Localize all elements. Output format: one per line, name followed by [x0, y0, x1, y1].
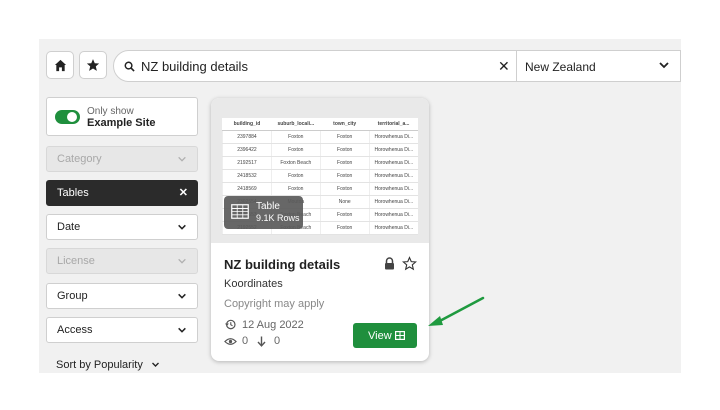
- chevron-down-icon: [151, 362, 159, 367]
- preview-cell: 2397884: [222, 130, 272, 144]
- preview-cell: 2418532: [222, 169, 272, 183]
- toggle-label-bottom: Example Site: [87, 117, 156, 129]
- license-filter[interactable]: License: [46, 248, 198, 274]
- dataset-card[interactable]: building_id suburb_locali... town_city terr…: [211, 98, 429, 361]
- preview-cell: Horowhenua Di...: [368, 130, 418, 144]
- eye-icon: [224, 338, 237, 345]
- search-divider: [516, 51, 517, 81]
- preview-row: 2192517 Foxton Beach Foxton Horowhenua Di..…: [222, 156, 418, 170]
- preview-cell: 2396422: [222, 143, 272, 157]
- preview-cell: Foxton: [319, 130, 370, 144]
- chevron-down-icon: [178, 258, 186, 264]
- lock-icon: [385, 257, 394, 270]
- example-site-toggle-box: Only show Example Site: [46, 97, 198, 136]
- preview-cell: Horowhenua Di...: [368, 221, 418, 235]
- downloads-count: 0: [274, 335, 281, 347]
- views-count: 0: [242, 335, 249, 347]
- license-filter-label: License: [57, 255, 95, 267]
- preview-column-header: building_id: [222, 118, 272, 131]
- access-filter[interactable]: Access: [46, 317, 198, 343]
- preview-column-header: suburb_locali...: [271, 118, 321, 131]
- badge-rows: 9.1K Rows: [256, 213, 300, 223]
- badge-type: Table: [256, 201, 280, 212]
- sort-dropdown[interactable]: Sort by Popularity: [56, 359, 160, 371]
- star-outline-icon[interactable]: [402, 256, 417, 271]
- category-filter[interactable]: Category: [46, 146, 198, 172]
- view-button-label: View: [368, 330, 392, 342]
- chevron-down-icon: [178, 156, 186, 162]
- table-icon: [231, 204, 249, 219]
- table-rows-badge: Table 9.1K Rows: [224, 196, 303, 229]
- remove-filter-icon[interactable]: ✕: [179, 186, 188, 199]
- preview-cell: Horowhenua Di...: [368, 169, 418, 183]
- preview-row: 2396422 Foxton Foxton Horowhenua Di...: [222, 143, 418, 157]
- date-filter-label: Date: [57, 221, 81, 233]
- home-button[interactable]: [46, 51, 74, 79]
- preview-column-header: territorial_a...: [369, 118, 418, 131]
- chevron-down-icon[interactable]: [658, 59, 670, 71]
- category-filter-label: Category: [57, 153, 102, 165]
- search-bar: NZ building details ✕ New Zealand: [113, 50, 681, 82]
- preview-row: 2418532 Foxton Foxton Horowhenua Di...: [222, 169, 418, 183]
- preview-cell: Foxton: [319, 208, 370, 222]
- preview-cell: Horowhenua Di...: [368, 208, 418, 222]
- preview-cell: None: [319, 195, 370, 209]
- card-copyright: Copyright may apply: [224, 298, 325, 310]
- preview-cell: Horowhenua Di...: [368, 143, 418, 157]
- preview-cell: Horowhenua Di...: [368, 156, 418, 170]
- card-title[interactable]: NZ building details: [224, 257, 340, 272]
- toggle-label-top: Only show: [87, 106, 134, 117]
- preview-cell: 2192517: [222, 156, 272, 170]
- region-select[interactable]: New Zealand: [525, 60, 596, 74]
- home-icon: [54, 59, 66, 71]
- preview-cell: Foxton: [270, 130, 321, 144]
- chevron-down-icon: [178, 327, 186, 333]
- card-date: 12 Aug 2022: [242, 319, 304, 331]
- tables-filter-chip[interactable]: Tables ✕: [46, 180, 198, 206]
- clear-search-icon[interactable]: ✕: [498, 58, 510, 75]
- download-arrow-icon: [257, 336, 266, 347]
- group-filter[interactable]: Group: [46, 283, 198, 309]
- preview-header-row: building_id suburb_locali... town_city terr…: [222, 118, 418, 131]
- preview-cell: Horowhenua Di...: [368, 182, 418, 196]
- chevron-down-icon: [178, 224, 186, 230]
- preview-row: 2397884 Foxton Foxton Horowhenua Di...: [222, 130, 418, 144]
- view-button[interactable]: View: [353, 323, 417, 348]
- group-filter-label: Group: [57, 290, 88, 302]
- card-publisher[interactable]: Koordinates: [224, 278, 283, 290]
- dataset-thumbnail: building_id suburb_locali... town_city terr…: [211, 98, 429, 243]
- preview-cell: Foxton: [270, 143, 321, 157]
- preview-cell: Foxton: [319, 169, 370, 183]
- preview-cell: Foxton: [319, 143, 370, 157]
- annotation-arrow-icon: [428, 296, 485, 326]
- preview-cell: Foxton: [319, 221, 370, 235]
- example-site-toggle[interactable]: [55, 110, 80, 124]
- search-input[interactable]: NZ building details: [141, 59, 248, 74]
- preview-cell: Foxton: [270, 169, 321, 183]
- preview-row: 2418569 Foxton Foxton Horowhenua Di...: [222, 182, 418, 196]
- tables-filter-label: Tables: [57, 187, 89, 199]
- preview-cell: Foxton: [270, 182, 321, 196]
- preview-cell: Horowhenua Di...: [368, 195, 418, 209]
- chevron-down-icon: [178, 293, 186, 299]
- preview-cell: Foxton Beach: [270, 156, 321, 170]
- search-icon: [124, 61, 135, 72]
- preview-cell: 2418569: [222, 182, 272, 196]
- toggle-knob: [67, 112, 77, 122]
- favorites-button[interactable]: [79, 51, 107, 79]
- sort-label: Sort by Popularity: [56, 359, 143, 371]
- star-icon: [86, 59, 100, 71]
- date-filter[interactable]: Date: [46, 214, 198, 240]
- preview-cell: Foxton: [319, 156, 370, 170]
- access-filter-label: Access: [57, 324, 93, 336]
- preview-column-header: town_city: [320, 118, 370, 131]
- history-icon: [225, 319, 236, 330]
- table-view-icon: [395, 331, 405, 340]
- preview-cell: Foxton: [319, 182, 370, 196]
